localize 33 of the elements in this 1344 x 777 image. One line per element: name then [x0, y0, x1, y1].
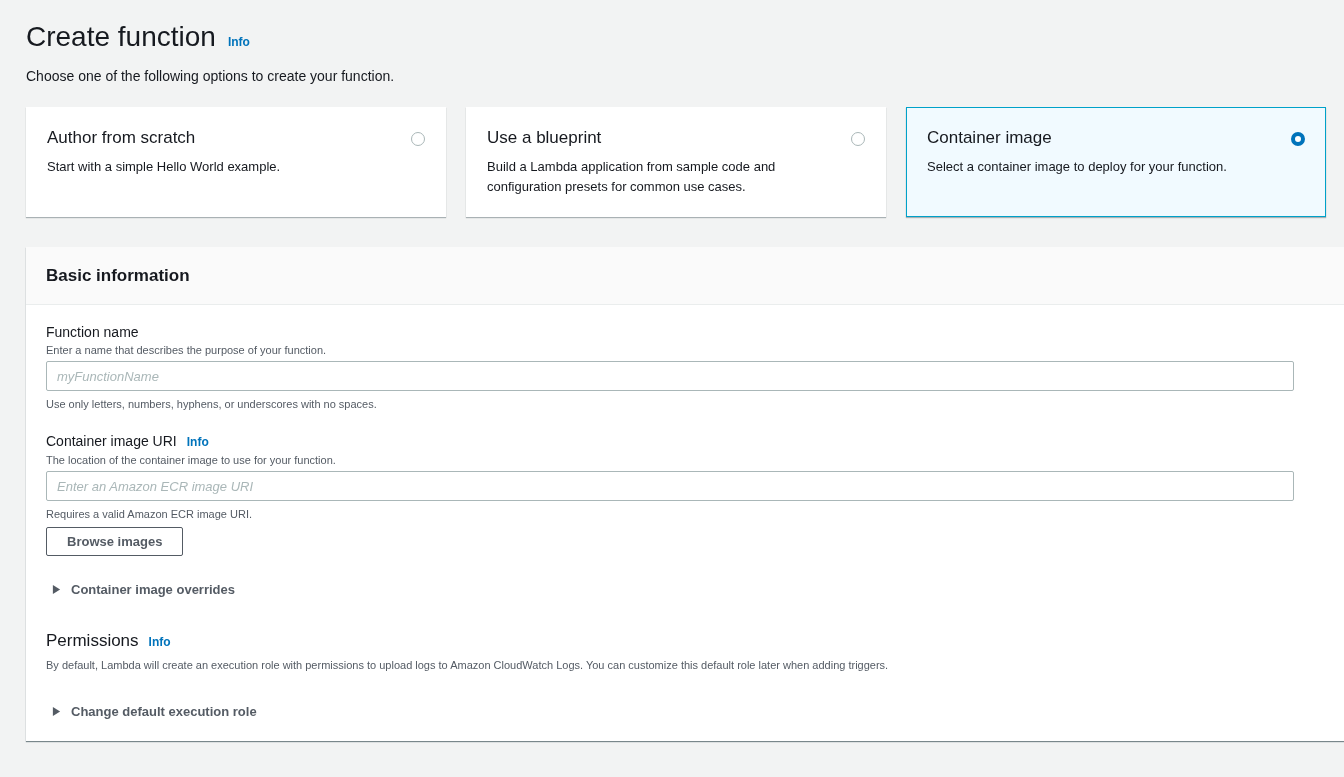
input-field[interactable]: myFunctionName	[46, 361, 1294, 391]
info-link[interactable]: Info	[186, 433, 209, 451]
field-description: The location of the container image to use for your function.	[46, 453, 337, 468]
radio-button[interactable]	[851, 132, 865, 146]
input-field[interactable]: Enter an Amazon ECR image URI	[46, 471, 1294, 501]
option-description: Select a container image to deploy for your function.	[927, 158, 1228, 176]
panel-title: Basic information	[46, 264, 190, 287]
option-card[interactable]: Container image Select a container image to deploy for your function.	[906, 107, 1326, 217]
expander-toggle[interactable]: Change default execution role	[52, 701, 257, 721]
page-title: Create function	[26, 20, 216, 54]
info-link[interactable]: Info	[227, 33, 250, 51]
field-description: Enter a name that describes the purpose of your function.	[46, 343, 328, 358]
option-title: Author from scratch	[47, 127, 197, 149]
radio-button[interactable]	[411, 132, 425, 146]
field-constraint: Use only letters, numbers, hyphens, or underscores with no spaces.	[46, 397, 378, 412]
field-label: Function name	[46, 323, 139, 341]
field-label: Container image URI	[46, 432, 177, 450]
expander-toggle[interactable]: Container image overrides	[52, 580, 235, 600]
option-card[interactable]: Author from scratch Start with a simple Hello World example.	[26, 107, 446, 217]
section-title: Permissions	[46, 629, 139, 652]
option-title: Container image	[927, 127, 1053, 149]
page-description: Choose one of the following options to create your function.	[26, 67, 396, 86]
field-constraint: Requires a valid Amazon ECR image URI.	[46, 507, 254, 522]
browse-button[interactable]: Browse images	[46, 527, 184, 556]
radio-button[interactable]	[1291, 132, 1305, 146]
option-description: Build a Lambda application from sample code and configuration presets for common use cases.	[487, 158, 777, 196]
option-title: Use a blueprint	[487, 127, 603, 149]
caret-icon	[52, 705, 61, 717]
option-description: Start with a simple Hello World example.	[47, 158, 282, 176]
caret-icon	[52, 584, 61, 596]
info-link[interactable]: Info	[148, 632, 171, 651]
section-description: By default, Lambda will create an execution role with permissions to upload logs to Amazon CloudWatch Logs. You can customize this default role later when adding triggers.	[46, 657, 890, 673]
option-card[interactable]: Use a blueprint Build a Lambda application from sample code and configuration presets for common use cases.	[466, 107, 886, 217]
